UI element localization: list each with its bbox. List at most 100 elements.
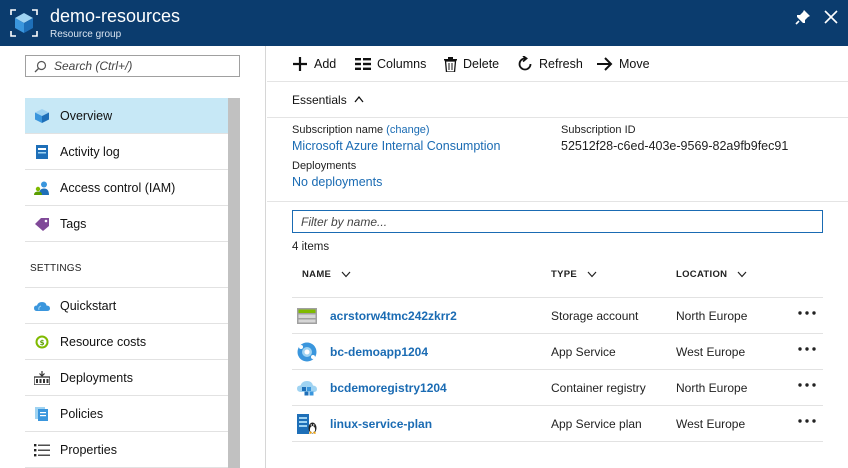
essentials-toggle[interactable]: Essentials xyxy=(267,82,848,118)
deployments-link[interactable]: No deployments xyxy=(292,175,382,189)
menu-section-settings: SETTINGS xyxy=(25,242,228,288)
menu-item-label: Tags xyxy=(60,217,87,231)
refresh-button[interactable]: Refresh xyxy=(517,55,583,73)
menu-item-label: Activity log xyxy=(60,145,120,159)
table-row[interactable]: acrstorw4tmc242zkrr2 Storage account Nor… xyxy=(292,298,823,334)
section-heading: SETTINGS xyxy=(30,263,82,274)
menu-item-deployments[interactable]: Deployments xyxy=(25,360,228,396)
resource-type: Container registry xyxy=(551,381,646,395)
resource-location: North Europe xyxy=(676,381,748,395)
menu-item-policies[interactable]: Policies xyxy=(25,396,228,432)
properties-icon xyxy=(34,444,50,457)
subscription-name-label: Subscription name (change) xyxy=(292,124,430,136)
column-header-name[interactable]: NAME xyxy=(302,269,351,280)
resource-type: App Service plan xyxy=(551,417,642,431)
chevron-up-icon xyxy=(354,95,364,103)
add-button-label: Add xyxy=(314,57,337,71)
container-registry-icon xyxy=(297,381,317,396)
resource-name-link[interactable]: bc-demoapp1204 xyxy=(330,345,428,359)
menu-search-box[interactable] xyxy=(25,55,240,77)
menu-item-label: Deployments xyxy=(60,371,133,385)
resource-name-link[interactable]: bcdemoregistry1204 xyxy=(330,381,447,395)
chevron-down-icon xyxy=(587,271,597,278)
policies-icon xyxy=(35,407,48,421)
app-service-icon xyxy=(297,342,317,362)
resource-name-link[interactable]: acrstorw4tmc242zkrr2 xyxy=(330,309,457,323)
resource-menu: Overview Activity log Access control (IA… xyxy=(0,46,266,468)
move-button[interactable]: Move xyxy=(597,55,650,73)
menu-item-tags[interactable]: Tags xyxy=(25,206,228,242)
column-header-type[interactable]: TYPE xyxy=(551,269,597,280)
subscription-id-value: 52512f28-c6ed-403e-9569-82a9fb9fec91 xyxy=(561,139,789,153)
columns-icon xyxy=(355,58,371,70)
tag-icon xyxy=(35,218,49,231)
filter-input[interactable] xyxy=(301,214,801,229)
access-control-icon xyxy=(34,181,49,195)
section-divider xyxy=(267,201,848,202)
menu-item-label: Access control (IAM) xyxy=(60,181,176,195)
page-subtitle: Resource group xyxy=(50,29,122,40)
chevron-down-icon xyxy=(341,271,351,278)
subscription-id-label: Subscription ID xyxy=(561,124,636,136)
resource-type: Storage account xyxy=(551,309,639,323)
table-row[interactable]: bc-demoapp1204 App Service West Europe xyxy=(292,334,823,370)
menu-item-activity-log[interactable]: Activity log xyxy=(25,134,228,170)
menu-item-overview[interactable]: Overview xyxy=(25,98,228,134)
menu-item-quickstart[interactable]: Quickstart xyxy=(25,288,228,324)
filter-box[interactable] xyxy=(292,210,823,233)
items-count: 4 items xyxy=(292,241,330,253)
quickstart-cloud-icon xyxy=(34,302,50,311)
subscription-name-link[interactable]: Microsoft Azure Internal Consumption xyxy=(292,139,500,153)
menu-item-label: Quickstart xyxy=(60,299,117,313)
delete-button[interactable]: Delete xyxy=(444,55,499,73)
delete-button-label: Delete xyxy=(463,57,500,71)
deployments-label: Deployments xyxy=(292,160,357,172)
storage-account-icon xyxy=(297,308,317,324)
arrow-right-icon xyxy=(597,57,613,71)
deployments-icon xyxy=(34,371,50,385)
menu-item-label: Overview xyxy=(60,109,113,123)
menu-item-access-control[interactable]: Access control (IAM) xyxy=(25,170,228,206)
resource-name-link[interactable]: linux-service-plan xyxy=(330,417,432,431)
app-service-plan-icon xyxy=(297,414,317,434)
move-button-label: Move xyxy=(619,57,650,71)
table-row[interactable]: bcdemoregistry1204 Container registry No… xyxy=(292,370,823,406)
menu-item-label: Resource costs xyxy=(60,335,147,349)
more-options-icon[interactable] xyxy=(796,341,818,357)
resource-location: West Europe xyxy=(676,345,746,359)
menu-item-label: Properties xyxy=(60,443,117,457)
close-icon[interactable] xyxy=(822,8,840,26)
plus-icon xyxy=(293,57,307,71)
command-bar: Add Columns Delete Refresh Move xyxy=(267,46,848,82)
columns-button[interactable]: Columns xyxy=(355,55,426,73)
blade-header: demo-resources Resource group xyxy=(0,0,848,46)
pin-icon[interactable] xyxy=(794,8,812,26)
overview-icon xyxy=(35,109,49,123)
menu-item-label: Policies xyxy=(60,407,104,421)
activity-log-icon xyxy=(36,145,48,159)
menu-list: Overview Activity log Access control (IA… xyxy=(25,98,228,468)
menu-item-resource-costs[interactable]: $ Resource costs xyxy=(25,324,228,360)
change-subscription-link[interactable]: (change) xyxy=(386,124,429,136)
page-title: demo-resources xyxy=(50,6,181,26)
search-input[interactable] xyxy=(54,58,234,74)
column-header-location[interactable]: LOCATION xyxy=(676,269,747,280)
menu-scrollbar[interactable] xyxy=(228,98,240,468)
more-options-icon[interactable] xyxy=(796,377,818,393)
refresh-button-label: Refresh xyxy=(539,57,583,71)
resource-costs-icon: $ xyxy=(35,335,49,349)
search-icon xyxy=(34,60,47,73)
essentials-label: Essentials xyxy=(292,93,347,107)
refresh-icon xyxy=(518,56,532,71)
svg-text:$: $ xyxy=(40,339,45,347)
columns-button-label: Columns xyxy=(377,57,427,71)
menu-item-properties[interactable]: Properties xyxy=(25,432,228,468)
resource-type: App Service xyxy=(551,345,616,359)
resource-location: North Europe xyxy=(676,309,748,323)
more-options-icon[interactable] xyxy=(796,413,818,429)
more-options-icon[interactable] xyxy=(796,305,818,321)
resource-group-icon xyxy=(10,9,38,37)
add-button[interactable]: Add xyxy=(292,55,336,73)
table-row[interactable]: linux-service-plan App Service plan West… xyxy=(292,406,823,442)
resource-location: West Europe xyxy=(676,417,746,431)
